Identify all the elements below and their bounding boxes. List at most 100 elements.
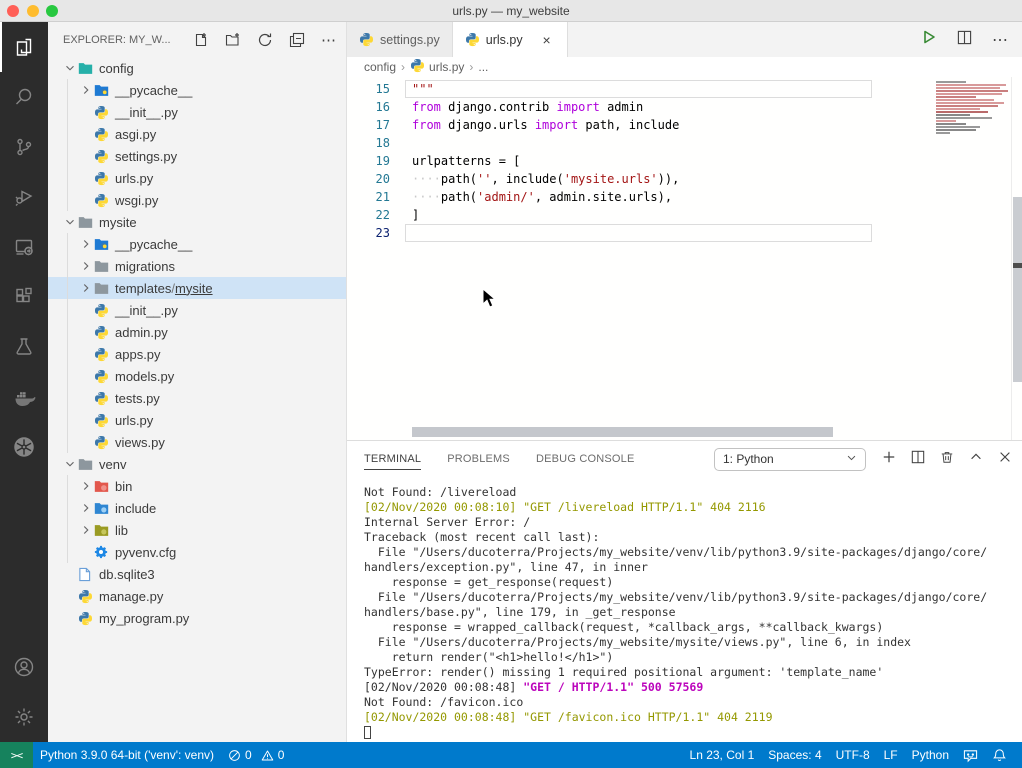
- run-python-file-icon[interactable]: [921, 29, 937, 50]
- scrollbar-thumb[interactable]: [412, 427, 833, 437]
- tree-item-settings-py[interactable]: settings.py: [48, 145, 346, 167]
- indent-guide: [67, 299, 68, 321]
- terminal-line: File "/Users/ducoterra/Projects/my_websi…: [364, 590, 1022, 605]
- tree-item-apps-py[interactable]: apps.py: [48, 343, 346, 365]
- indentation-status[interactable]: Spaces: 4: [761, 748, 828, 762]
- refresh-icon[interactable]: [256, 31, 274, 49]
- explorer-icon[interactable]: [0, 22, 48, 72]
- tree-item-models-py[interactable]: models.py: [48, 365, 346, 387]
- run-debug-icon[interactable]: [0, 172, 48, 222]
- cursor-position-status[interactable]: Ln 23, Col 1: [683, 748, 762, 762]
- chevron-icon[interactable]: [78, 258, 94, 274]
- indent-guide: [67, 343, 68, 365]
- breadcrumb-symbol[interactable]: ...: [478, 60, 488, 74]
- tree-item--init-py[interactable]: __init__.py: [48, 101, 346, 123]
- python-icon: [94, 368, 114, 384]
- problems-status[interactable]: 0 0: [221, 748, 291, 762]
- chevron-down-icon: [846, 452, 857, 466]
- overview-ruler-mark: [1013, 263, 1022, 268]
- tab-urls-py[interactable]: urls.py ×: [453, 22, 568, 57]
- tree-item-label: apps.py: [114, 347, 161, 362]
- editor-horizontal-scrollbar[interactable]: [405, 427, 930, 437]
- tree-item-wsgi-py[interactable]: wsgi.py: [48, 189, 346, 211]
- search-icon[interactable]: [0, 72, 48, 122]
- breadcrumb-file[interactable]: urls.py: [410, 58, 464, 76]
- chevron-icon[interactable]: [78, 500, 94, 516]
- terminal-select[interactable]: 1: Python: [714, 448, 866, 471]
- breadcrumb-config[interactable]: config: [364, 60, 396, 74]
- close-tab-icon[interactable]: ×: [539, 32, 555, 48]
- remote-indicator[interactable]: ><: [0, 742, 33, 768]
- editor-vertical-scrollbar[interactable]: [1011, 77, 1022, 440]
- source-control-icon[interactable]: [0, 122, 48, 172]
- notifications-bell-icon[interactable]: [985, 748, 1014, 763]
- terminal-output[interactable]: Not Found: /livereload[02/Nov/2020 00:08…: [347, 477, 1022, 740]
- eol-status[interactable]: LF: [877, 748, 905, 762]
- new-folder-icon[interactable]: [224, 31, 242, 49]
- chevron-icon[interactable]: [62, 456, 78, 472]
- tree-item-urls-py[interactable]: urls.py: [48, 167, 346, 189]
- collapse-all-icon[interactable]: [288, 31, 306, 49]
- tree-item-venv[interactable]: venv: [48, 453, 346, 475]
- chevron-icon[interactable]: [62, 214, 78, 230]
- tree-item-bin[interactable]: bin: [48, 475, 346, 497]
- chevron-icon[interactable]: [78, 236, 94, 252]
- terminal-line: response = wrapped_callback(request, *ca…: [364, 620, 1022, 635]
- chevron-icon[interactable]: [78, 478, 94, 494]
- tree-item--init-py[interactable]: __init__.py: [48, 299, 346, 321]
- tree-item--pycache-[interactable]: __pycache__: [48, 233, 346, 255]
- tree-item--pycache-[interactable]: __pycache__: [48, 79, 346, 101]
- tree-item-pyvenv-cfg[interactable]: pyvenv.cfg: [48, 541, 346, 563]
- language-mode-status[interactable]: Python: [905, 748, 956, 762]
- split-terminal-icon[interactable]: [911, 450, 925, 469]
- kubernetes-icon[interactable]: [0, 422, 48, 472]
- new-file-icon[interactable]: [192, 31, 210, 49]
- maximize-panel-icon[interactable]: [969, 450, 983, 469]
- more-actions-icon[interactable]: ⋯: [320, 31, 338, 49]
- encoding-status[interactable]: UTF-8: [829, 748, 877, 762]
- python-icon: [94, 302, 114, 318]
- chevron-icon[interactable]: [78, 280, 94, 296]
- code-editor[interactable]: 15"""16from django.contrib import admin1…: [347, 77, 1022, 440]
- tree-item-my-program-py[interactable]: my_program.py: [48, 607, 346, 629]
- tab-terminal[interactable]: TERMINAL: [364, 449, 421, 470]
- docker-icon[interactable]: [0, 372, 48, 422]
- tree-item-templates[interactable]: templates / mysite: [48, 277, 346, 299]
- tree-item-tests-py[interactable]: tests.py: [48, 387, 346, 409]
- tree-item-db-sqlite3[interactable]: db.sqlite3: [48, 563, 346, 585]
- tab-debug-console[interactable]: DEBUG CONSOLE: [536, 449, 635, 469]
- tab-settings-py[interactable]: settings.py: [347, 22, 453, 57]
- tree-item-asgi-py[interactable]: asgi.py: [48, 123, 346, 145]
- scrollbar-thumb[interactable]: [1013, 197, 1022, 382]
- kill-terminal-icon[interactable]: [940, 450, 954, 469]
- tree-item-config[interactable]: config: [48, 57, 346, 79]
- close-panel-icon[interactable]: [998, 450, 1012, 469]
- more-editor-actions-icon[interactable]: ⋯: [992, 30, 1008, 50]
- chevron-icon[interactable]: [78, 522, 94, 538]
- tree-item-mysite[interactable]: mysite: [48, 211, 346, 233]
- tree-item-lib[interactable]: lib: [48, 519, 346, 541]
- tree-item-views-py[interactable]: views.py: [48, 431, 346, 453]
- tree-item-urls-py[interactable]: urls.py: [48, 409, 346, 431]
- minimap-line: [936, 102, 1004, 104]
- python-interpreter-status[interactable]: Python 3.9.0 64-bit ('venv': venv): [33, 748, 221, 762]
- tree-item-migrations[interactable]: migrations: [48, 255, 346, 277]
- feedback-icon[interactable]: [956, 748, 985, 763]
- minimap-line: [936, 105, 998, 107]
- tab-problems[interactable]: PROBLEMS: [447, 449, 510, 469]
- account-icon[interactable]: [0, 642, 48, 692]
- new-terminal-icon[interactable]: [882, 450, 896, 469]
- tree-item-include[interactable]: include: [48, 497, 346, 519]
- minimap[interactable]: [932, 80, 1010, 138]
- tree-item-admin-py[interactable]: admin.py: [48, 321, 346, 343]
- extensions-icon[interactable]: [0, 272, 48, 322]
- indent-guide: [67, 431, 68, 453]
- split-editor-icon[interactable]: [957, 30, 972, 50]
- editor-tab-bar: settings.py urls.py × ⋯: [347, 22, 1022, 57]
- test-explorer-icon[interactable]: [0, 322, 48, 372]
- chevron-icon[interactable]: [78, 82, 94, 98]
- remote-explorer-icon[interactable]: [0, 222, 48, 272]
- chevron-icon[interactable]: [62, 60, 78, 76]
- settings-gear-icon[interactable]: [0, 692, 48, 742]
- tree-item-manage-py[interactable]: manage.py: [48, 585, 346, 607]
